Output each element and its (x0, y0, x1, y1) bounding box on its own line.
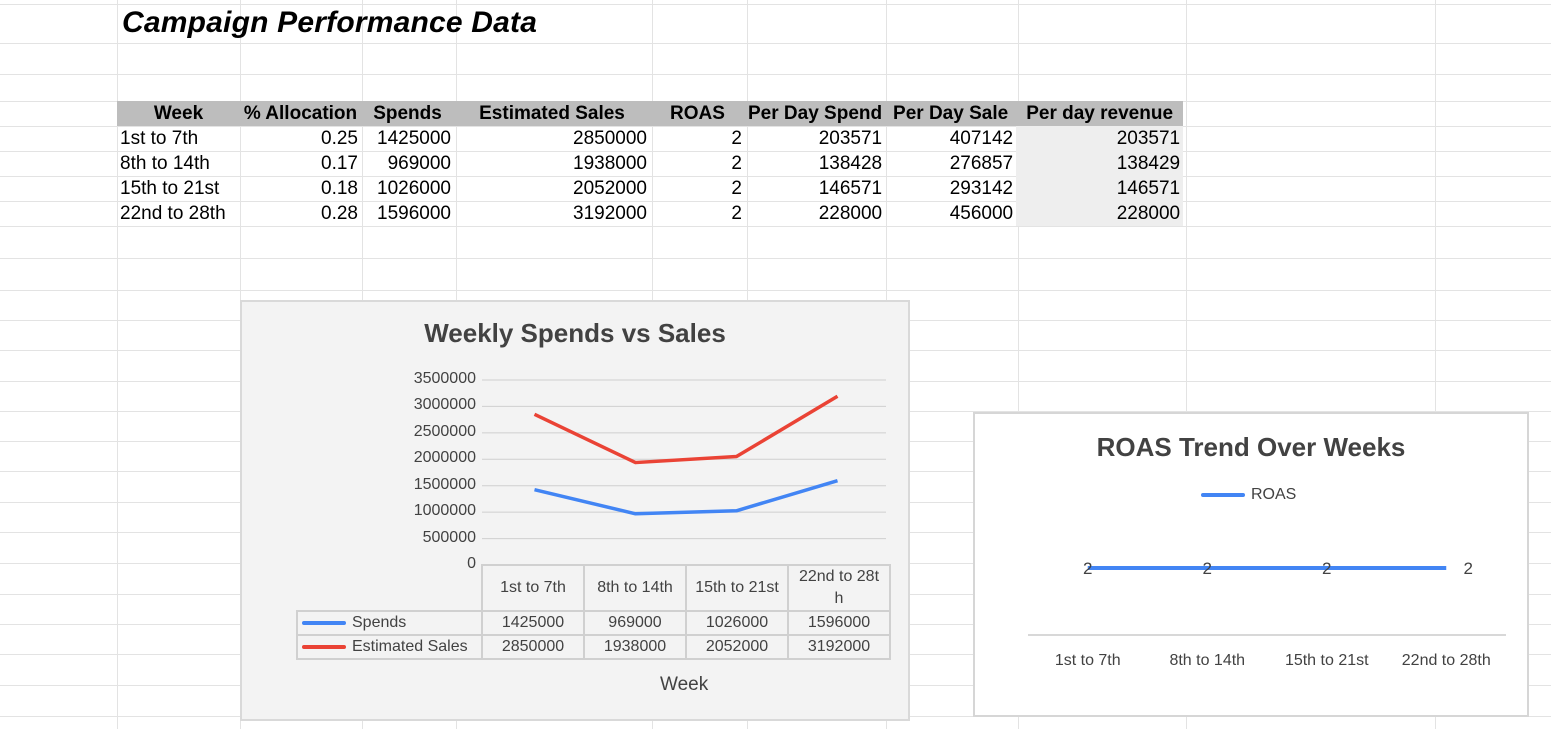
table-cell[interactable]: 228000 (1016, 201, 1184, 226)
y-tick-label: 500000 (422, 528, 476, 546)
header-per-day-sale[interactable]: Per Day Sale (885, 101, 1017, 126)
table-cell[interactable]: 8th to 14th (117, 151, 240, 176)
x-tick-label: 8th to 14th (1169, 652, 1245, 669)
data-label: 2 (1203, 559, 1212, 578)
table-cell[interactable]: 2 (650, 176, 745, 201)
chart-table-row: Estimated Sales 2850000 1938000 2052000 3192… (296, 634, 891, 660)
y-tick-label: 3000000 (413, 396, 476, 414)
table-cell[interactable]: 3192000 (454, 201, 650, 226)
x-tick-label: 15th to 21st (685, 564, 789, 612)
table-cell[interactable]: 1938000 (454, 151, 650, 176)
table-cell[interactable]: 293142 (885, 176, 1016, 201)
roas-trend-chart[interactable]: ROAS Trend Over Weeks ROAS 2 1st to 7th 2 8… (973, 412, 1529, 717)
grid-row-line (0, 43, 1551, 44)
table-cell[interactable]: 146571 (1016, 176, 1184, 201)
table-cell[interactable]: 0.17 (240, 151, 361, 176)
header-allocation[interactable]: % Allocation (240, 101, 361, 126)
table-cell[interactable]: 1596000 (361, 201, 454, 226)
table-cell[interactable]: 228000 (745, 201, 885, 226)
table-cell[interactable]: 1425000 (361, 126, 454, 151)
header-per-day-revenue[interactable]: Per day revenue (1016, 101, 1184, 126)
legend-label: Estimated Sales (352, 638, 468, 655)
table-cell[interactable]: 0.18 (240, 176, 361, 201)
x-tick-label: 8th to 14th (583, 564, 687, 612)
table-cell[interactable]: 2850000 (454, 126, 650, 151)
header-estimated-sales[interactable]: Estimated Sales (454, 101, 650, 126)
table-cell[interactable]: 138428 (745, 151, 885, 176)
header-row: Week % Allocation Spends Estimated Sales… (117, 101, 1184, 126)
table-cell[interactable]: 1026000 (361, 176, 454, 201)
chart-table-value: 2850000 (481, 634, 585, 660)
table-cell[interactable]: 22nd to 28th (117, 201, 240, 226)
x-tick-label: 22nd to 28th (1402, 652, 1491, 669)
table-cell[interactable]: 2052000 (454, 176, 650, 201)
legend-entry: Estimated Sales (296, 634, 483, 660)
table-cell[interactable]: 0.25 (240, 126, 361, 151)
y-tick-label: 3500000 (413, 370, 476, 387)
x-tick-label: 1st to 7th (1055, 652, 1121, 669)
legend-label: Spends (352, 614, 407, 631)
plot-area: 2 1st to 7th 2 8th to 14th 2 15th to 21st 2 22n… (1028, 559, 1506, 669)
table-cell[interactable]: 407142 (885, 126, 1016, 151)
header-roas[interactable]: ROAS (650, 101, 745, 126)
spends-vs-sales-chart[interactable]: Weekly Spends vs Sales 3500000 3000000 250… (240, 300, 910, 721)
data-label: 2 (1322, 559, 1331, 578)
plot-area (482, 379, 886, 566)
table-cell[interactable]: 15th to 21st (117, 176, 240, 201)
legend-swatch (302, 620, 346, 625)
grid-row-line (0, 4, 1551, 5)
data-label: 2 (1464, 559, 1473, 578)
header-week[interactable]: Week (117, 101, 240, 126)
chart-table-value: 969000 (583, 610, 687, 636)
y-tick-label: 1000000 (413, 502, 476, 520)
table-cell[interactable]: 456000 (885, 201, 1016, 226)
table-cell[interactable]: 203571 (1016, 126, 1184, 151)
x-tick-label: 1st to 7th (481, 564, 585, 612)
chart-title: Weekly Spends vs Sales (424, 318, 726, 348)
x-tick-label: 15th to 21st (1285, 652, 1369, 669)
chart-table-value: 1596000 (787, 610, 891, 636)
data-label: 2 (1083, 559, 1092, 578)
header-spends[interactable]: Spends (361, 101, 454, 126)
table-row: 15th to 21st 0.18 1026000 2052000 2 146571 293… (117, 176, 1184, 201)
table-cell[interactable]: 146571 (745, 176, 885, 201)
table-row: 22nd to 28th 0.28 1596000 3192000 2 228000 456… (117, 201, 1184, 226)
grid-row-line (0, 290, 1551, 291)
y-tick-label: 2500000 (413, 422, 476, 440)
y-axis: 3500000 3000000 2500000 2000000 1500000 10000… (372, 360, 476, 580)
chart-table-value: 1938000 (583, 634, 687, 660)
table-cell[interactable]: 2 (650, 201, 745, 226)
table-row: 1st to 7th 0.25 1425000 2850000 2 203571 40714… (117, 126, 1184, 151)
table-cell[interactable]: 1st to 7th (117, 126, 240, 151)
y-tick-label: 2000000 (413, 449, 476, 467)
x-tick-label: 22nd to 28t h (787, 564, 891, 612)
grid-row-line (0, 258, 1551, 259)
chart-table-value: 1026000 (685, 610, 789, 636)
chart-table-row: Spends 1425000 969000 1026000 1596000 (296, 610, 891, 636)
sheet-title: Campaign Performance Data (122, 6, 538, 39)
chart-table-value: 2052000 (685, 634, 789, 660)
chart-data-table: 1st to 7th 8th to 14th 15th to 21st 22nd to… (296, 564, 891, 660)
table-cell[interactable]: 276857 (885, 151, 1016, 176)
y-tick-label: 1500000 (413, 475, 476, 493)
table-row: 8th to 14th 0.17 969000 1938000 2 138428 27685… (117, 151, 1184, 176)
grid-row-line (0, 226, 1551, 227)
chart-table-value: 3192000 (787, 634, 891, 660)
chart-table-header-row: 1st to 7th 8th to 14th 15th to 21st 22nd to… (297, 564, 891, 612)
table-cell[interactable]: 2 (650, 126, 745, 151)
header-per-day-spend[interactable]: Per Day Spend (745, 101, 886, 126)
x-axis-label: Week (660, 674, 709, 695)
table-cell[interactable]: 969000 (361, 151, 454, 176)
chart-table-corner (297, 565, 482, 611)
grid-row-line (0, 74, 1551, 75)
table-cell[interactable]: 2 (650, 151, 745, 176)
campaign-table[interactable]: Week % Allocation Spends Estimated Sales… (117, 101, 1184, 226)
chart-table-value: 1425000 (481, 610, 585, 636)
legend-swatch (302, 644, 346, 649)
table-cell[interactable]: 138429 (1016, 151, 1184, 176)
table-cell[interactable]: 203571 (745, 126, 885, 151)
legend-entry: Spends (296, 610, 483, 636)
table-cell[interactable]: 0.28 (240, 201, 361, 226)
